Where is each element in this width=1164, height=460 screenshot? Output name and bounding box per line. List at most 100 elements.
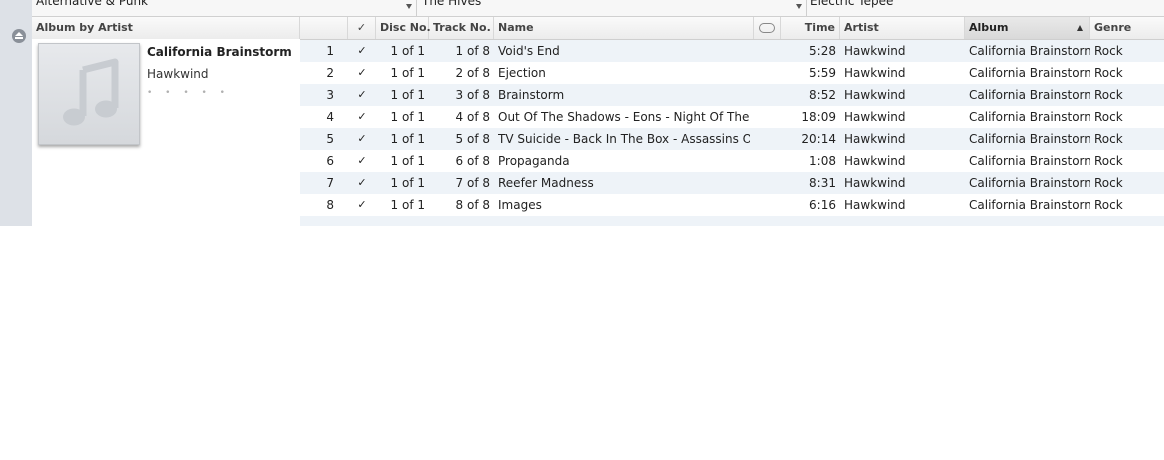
chevron-down-icon[interactable] [796, 4, 802, 9]
track-artist[interactable]: Hawkwind [844, 62, 965, 84]
track-artist[interactable]: Hawkwind [844, 40, 965, 62]
track-index: 7 [326, 176, 334, 190]
track-name[interactable]: Ejection [498, 62, 750, 84]
browser-artist-value: The Hives [422, 0, 482, 8]
track-genre[interactable]: Rock [1094, 128, 1164, 150]
track-number: 1 of 8 [455, 44, 490, 58]
track-disc-number: 1 of 1 [390, 110, 425, 124]
track-name[interactable]: Images [498, 194, 750, 216]
track-album[interactable]: California Brainstorm [969, 172, 1090, 194]
header-genre[interactable]: Genre [1090, 17, 1164, 39]
track-artist[interactable]: Hawkwind [844, 106, 965, 128]
track-checkbox[interactable]: ✓ [348, 62, 376, 84]
header-album[interactable]: Album [965, 17, 1090, 39]
browser-album-column[interactable]: Electric Tepee [806, 0, 1164, 16]
album-title: California Brainstorm [147, 45, 292, 59]
track-number: 5 of 8 [455, 132, 490, 146]
track-album[interactable]: California Brainstorm [969, 194, 1090, 216]
table-row[interactable]: 7 ✓ 1 of 1 7 of 8 Reefer Madness 8:31 Ha… [300, 172, 1164, 194]
header-icloud-status[interactable] [754, 17, 781, 39]
table-row[interactable]: 1 ✓ 1 of 1 1 of 8 Void's End 5:28 Hawkwi… [300, 40, 1164, 62]
track-index: 6 [326, 154, 334, 168]
track-disc-number: 1 of 1 [390, 176, 425, 190]
header-checkbox[interactable]: ✓ [348, 17, 376, 39]
track-checkbox[interactable]: ✓ [348, 128, 376, 150]
track-artist[interactable]: Hawkwind [844, 194, 965, 216]
track-artist[interactable]: Hawkwind [844, 150, 965, 172]
itunes-library-window: Alternative & Punk The Hives Electric Te… [0, 0, 1164, 226]
track-index: 3 [326, 88, 334, 102]
source-sidebar [0, 0, 33, 226]
track-index: 4 [326, 110, 334, 124]
track-checkbox[interactable]: ✓ [348, 150, 376, 172]
table-row[interactable]: 5 ✓ 1 of 1 5 of 8 TV Suicide - Back In T… [300, 128, 1164, 150]
sort-ascending-icon [1077, 25, 1083, 31]
track-genre[interactable]: Rock [1094, 172, 1164, 194]
album-artwork-placeholder[interactable] [38, 43, 140, 145]
track-album[interactable]: California Brainstorm [969, 40, 1090, 62]
header-number[interactable] [300, 17, 348, 39]
table-row[interactable]: 2 ✓ 1 of 1 2 of 8 Ejection 5:59 Hawkwind… [300, 62, 1164, 84]
track-album[interactable]: California Brainstorm [969, 150, 1090, 172]
music-note-icon [63, 58, 119, 126]
track-album[interactable]: California Brainstorm [969, 84, 1090, 106]
track-genre[interactable]: Rock [1094, 194, 1164, 216]
track-album[interactable]: California Brainstorm [969, 128, 1090, 150]
table-row[interactable]: 3 ✓ 1 of 1 3 of 8 Brainstorm 8:52 Hawkwi… [300, 84, 1164, 106]
track-index: 2 [326, 66, 334, 80]
track-disc-number: 1 of 1 [390, 44, 425, 58]
browser-genre-column[interactable]: Alternative & Punk [32, 0, 417, 16]
track-checkbox[interactable]: ✓ [348, 172, 376, 194]
track-disc-number: 1 of 1 [390, 88, 425, 102]
track-genre[interactable]: Rock [1094, 150, 1164, 172]
track-name[interactable]: Out Of The Shadows - Eons - Night Of The… [498, 106, 750, 128]
column-browser: Alternative & Punk The Hives Electric Te… [32, 0, 1164, 17]
track-name[interactable]: Brainstorm [498, 84, 750, 106]
track-disc-number: 1 of 1 [390, 198, 425, 212]
header-name[interactable]: Name [494, 17, 754, 39]
track-number: 4 of 8 [455, 110, 490, 124]
track-name[interactable]: Propaganda [498, 150, 750, 172]
header-track-number[interactable]: Track No. [429, 17, 494, 39]
track-name[interactable]: Reefer Madness [498, 172, 750, 194]
track-list: 1 ✓ 1 of 1 1 of 8 Void's End 5:28 Hawkwi… [300, 40, 1164, 226]
cloud-icon [759, 23, 775, 33]
track-time: 20:14 [801, 132, 836, 146]
track-checkbox[interactable]: ✓ [348, 40, 376, 62]
track-artist[interactable]: Hawkwind [844, 128, 965, 150]
track-index: 8 [326, 198, 334, 212]
track-artist[interactable]: Hawkwind [844, 84, 965, 106]
track-number: 6 of 8 [455, 154, 490, 168]
track-genre[interactable]: Rock [1094, 40, 1164, 62]
header-disc-number[interactable]: Disc No. [376, 17, 431, 39]
track-number: 3 of 8 [455, 88, 490, 102]
track-album[interactable]: California Brainstorm [969, 106, 1090, 128]
track-genre[interactable]: Rock [1094, 106, 1164, 128]
track-name[interactable]: TV Suicide - Back In The Box - Assassins… [498, 128, 750, 150]
track-checkbox[interactable]: ✓ [348, 194, 376, 216]
track-genre[interactable]: Rock [1094, 62, 1164, 84]
header-album-label: Album [969, 21, 1009, 34]
track-album[interactable]: California Brainstorm [969, 62, 1090, 84]
album-rating[interactable]: • • • • • [147, 88, 230, 98]
browser-artist-column[interactable]: The Hives [418, 0, 807, 16]
header-artist[interactable]: Artist [840, 17, 965, 39]
track-artist[interactable]: Hawkwind [844, 172, 965, 194]
track-checkbox[interactable]: ✓ [348, 106, 376, 128]
track-number: 2 of 8 [455, 66, 490, 80]
header-album-by-artist[interactable]: Album by Artist [32, 17, 300, 39]
table-row[interactable]: 4 ✓ 1 of 1 4 of 8 Out Of The Shadows - E… [300, 106, 1164, 128]
track-checkbox[interactable]: ✓ [348, 84, 376, 106]
eject-icon[interactable] [12, 29, 26, 43]
album-group: California Brainstorm Hawkwind • • • • • [32, 39, 300, 226]
track-name[interactable]: Void's End [498, 40, 750, 62]
album-artist: Hawkwind [147, 67, 209, 81]
table-row[interactable]: 8 ✓ 1 of 1 8 of 8 Images 6:16 Hawkwind C… [300, 194, 1164, 216]
track-genre[interactable]: Rock [1094, 84, 1164, 106]
track-time: 6:16 [809, 198, 836, 212]
header-time[interactable]: Time [781, 17, 840, 39]
chevron-down-icon[interactable] [406, 4, 412, 9]
track-disc-number: 1 of 1 [390, 66, 425, 80]
track-time: 8:52 [809, 88, 836, 102]
table-row[interactable]: 6 ✓ 1 of 1 6 of 8 Propaganda 1:08 Hawkwi… [300, 150, 1164, 172]
